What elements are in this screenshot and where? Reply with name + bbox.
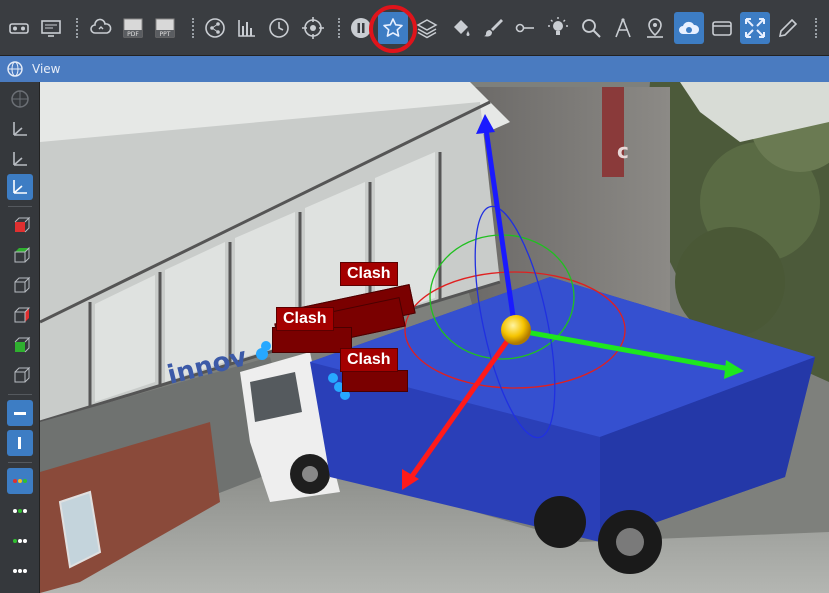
clash-label[interactable]: Clash	[340, 262, 398, 286]
color-dots-white-icon[interactable]	[7, 558, 33, 584]
toolbar-separator	[192, 18, 194, 38]
vr-goggles-icon[interactable]	[4, 12, 34, 44]
axis-view-perspective-icon[interactable]	[7, 174, 33, 200]
cloud-sync-icon[interactable]	[86, 12, 116, 44]
color-dots-green-icon[interactable]	[7, 498, 33, 524]
tower-sign-letter: c	[617, 139, 629, 163]
cube-top-view-icon[interactable]	[7, 242, 33, 268]
clash-label[interactable]: Clash	[276, 307, 334, 331]
cube-front-view-icon[interactable]	[7, 212, 33, 238]
paint-bucket-icon[interactable]	[446, 12, 476, 44]
clash-label[interactable]: Clash	[340, 348, 398, 372]
histogram-icon[interactable]	[232, 12, 262, 44]
cube-bottom-view-icon[interactable]	[7, 332, 33, 358]
axis-view-xy-icon[interactable]	[7, 116, 33, 142]
main-toolbar: PDF PPT	[0, 0, 829, 56]
cube-iso-view-icon[interactable]	[7, 362, 33, 388]
svg-text:PPT: PPT	[160, 31, 171, 38]
3d-viewport[interactable]: c innov Clash Clash Clash	[40, 82, 829, 593]
cube-side-view-icon[interactable]	[7, 272, 33, 298]
vertical-split-icon[interactable]	[7, 430, 33, 456]
globe-icon	[7, 61, 23, 77]
toolbar-separator	[338, 18, 340, 38]
view-title: View	[32, 62, 61, 76]
key-icon[interactable]	[510, 12, 540, 44]
pencil-icon[interactable]	[773, 12, 803, 44]
trailer-hub	[616, 528, 644, 556]
toolbar-separator	[815, 18, 817, 38]
monitor-settings-icon[interactable]	[36, 12, 66, 44]
toolbar-separator	[76, 18, 78, 38]
color-dots-rgb-icon[interactable]	[7, 468, 33, 494]
axis-view-xz-icon[interactable]	[7, 146, 33, 172]
trailer-wheel	[534, 496, 586, 548]
target-icon[interactable]	[298, 12, 328, 44]
compass-icon[interactable]	[608, 12, 638, 44]
clash-shadow-stack	[342, 370, 408, 392]
move-arrows-icon[interactable]	[740, 12, 770, 44]
globe-view-icon[interactable]	[7, 86, 33, 112]
cloud-view-icon[interactable]	[674, 12, 704, 44]
point-cloud-scene: c innov	[40, 82, 829, 593]
svg-text:PDF: PDF	[127, 31, 139, 38]
box-icon[interactable]	[707, 12, 737, 44]
truck-hub	[302, 466, 318, 482]
tower-sign	[602, 87, 624, 177]
view-titlebar: View	[0, 56, 829, 82]
ppt-export-icon[interactable]: PPT	[150, 12, 180, 44]
light-bulb-icon[interactable]	[543, 12, 573, 44]
share-icon[interactable]	[200, 12, 230, 44]
pdf-export-icon[interactable]: PDF	[118, 12, 148, 44]
cube-back-view-icon[interactable]	[7, 302, 33, 328]
location-pin-icon[interactable]	[640, 12, 670, 44]
view-sidebar	[0, 82, 40, 593]
magnify-icon[interactable]	[576, 12, 606, 44]
color-dots-mixed-icon[interactable]	[7, 528, 33, 554]
horizontal-split-icon[interactable]	[7, 400, 33, 426]
app-window: PDF PPT View c innov Clash Clash Clash	[0, 0, 829, 593]
brush-icon[interactable]	[478, 12, 508, 44]
highlight-circle	[369, 5, 417, 53]
clock-icon[interactable]	[264, 12, 294, 44]
gizmo-center[interactable]	[501, 315, 531, 345]
